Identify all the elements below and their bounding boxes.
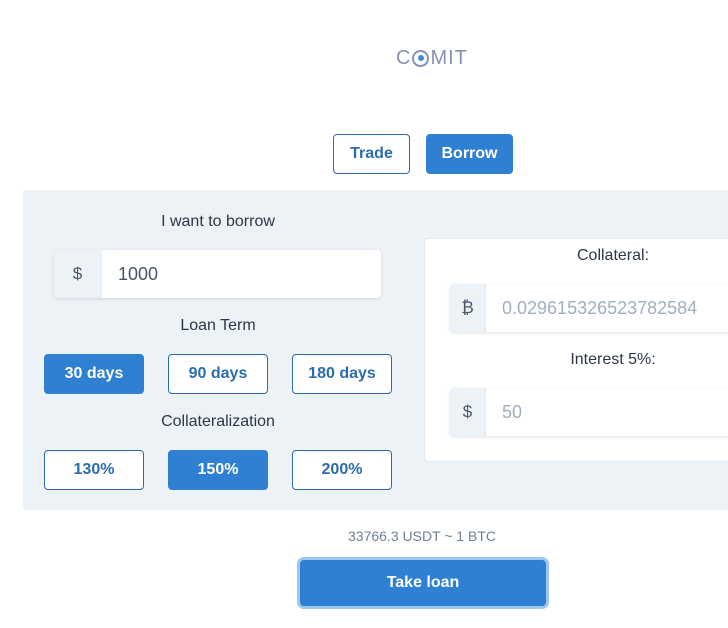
collateralization-200-button[interactable]: 200% (292, 450, 392, 490)
interest-group: $ (450, 388, 728, 436)
term-30-days-button[interactable]: 30 days (44, 354, 144, 394)
tab-trade[interactable]: Trade (333, 134, 410, 174)
borrow-amount-label: I want to borrow (161, 213, 275, 230)
borrow-amount-input[interactable] (102, 250, 381, 298)
bitcoin-icon: ₿ (450, 284, 486, 332)
collateral-group: ₿ (450, 284, 728, 332)
interest-amount-field (486, 388, 728, 436)
logo-ring-icon (412, 49, 430, 67)
dollar-icon: $ (54, 250, 102, 298)
loan-term-label: Loan Term (180, 317, 256, 334)
exchange-rate-text: 33766.3 USDT ~ 1 BTC (348, 528, 496, 544)
borrow-amount-group: $ (54, 250, 381, 298)
logo-text-right: MIT (430, 46, 468, 69)
dollar-icon: $ (450, 388, 486, 436)
collateral-label: Collateral: (576, 247, 650, 264)
collateral-amount-field (486, 284, 728, 332)
collateralization-150-button[interactable]: 150% (168, 450, 268, 490)
logo-text-left: C (396, 46, 412, 69)
tab-borrow[interactable]: Borrow (426, 134, 513, 174)
take-loan-button[interactable]: Take loan (300, 560, 546, 606)
term-90-days-button[interactable]: 90 days (168, 354, 268, 394)
interest-label: Interest 5%: (570, 351, 656, 368)
collateralization-130-button[interactable]: 130% (44, 450, 144, 490)
term-180-days-button[interactable]: 180 days (292, 354, 392, 394)
comit-logo: C MIT (396, 46, 468, 70)
collateralization-label: Collateralization (161, 413, 275, 430)
